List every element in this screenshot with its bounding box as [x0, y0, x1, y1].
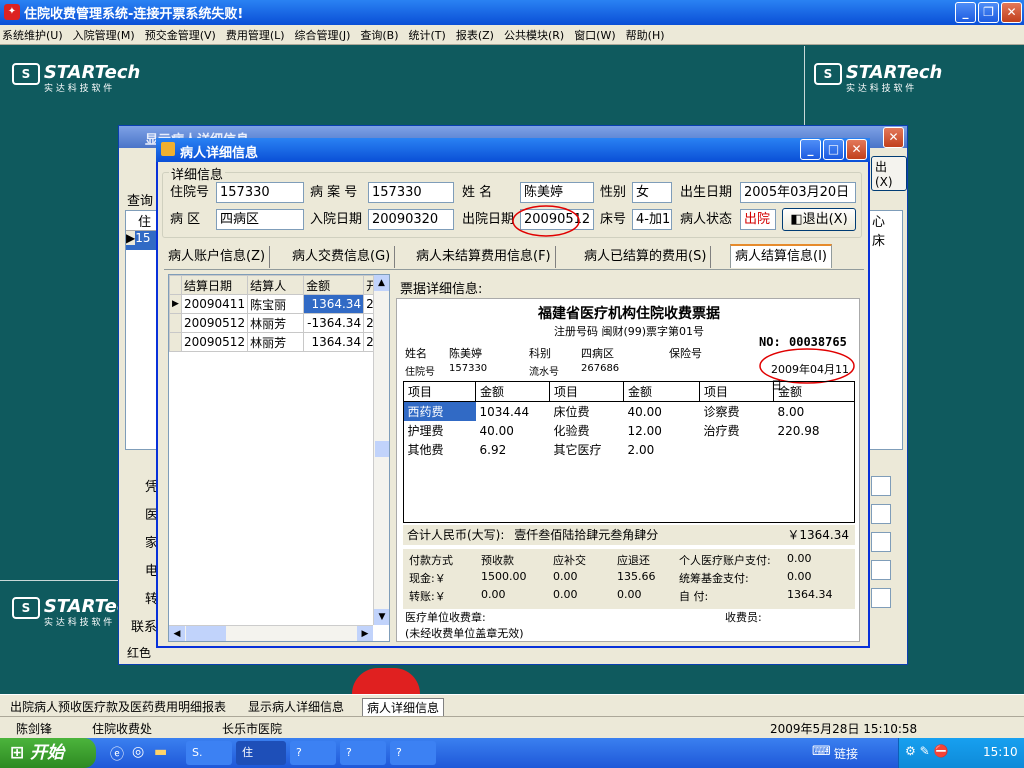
receipt-panel: 福建省医疗机构住院收费票据 注册号码 闽财(99)票字第01号 NO: 0003…	[396, 298, 860, 642]
table-row[interactable]: ▶ 20090411 陈宝丽 1364.34 20	[169, 294, 385, 314]
annotation-circle-discharge	[512, 205, 580, 237]
settle-table: 结算日期 结算人 金额 开 ▶ 20090411 陈宝丽 1364.34 20 …	[169, 275, 385, 352]
status-dept: 住院收费处	[92, 722, 153, 736]
logo-top-right: S STARTech 实 达 科 技 软 件	[814, 62, 942, 94]
settle-vscrollbar[interactable]: ▲ ▼	[373, 275, 389, 625]
menu-bar: 系统维护(U) 入院管理(M) 预交金管理(V) 费用管理(L) 综合管理(J) 查询(B…	[0, 25, 1024, 45]
task-button-1[interactable]: S.	[186, 741, 232, 765]
app-title: 住院收费管理系统-连接开票系统失败!	[24, 7, 244, 22]
menu-item-4[interactable]: 综合管理(J)	[295, 27, 351, 43]
task-button-4[interactable]: ?	[340, 741, 386, 765]
ie-icon[interactable]: ⓔ	[110, 744, 124, 764]
quicklaunch-icon[interactable]: ◎	[132, 744, 144, 760]
status-user: 陈剑锋	[16, 722, 53, 736]
status-bar: 陈剑锋 住院收费处 长乐市医院 2009年5月28日 15:10:58	[0, 716, 1024, 738]
mdi-tab-report[interactable]: 出院病人预收医疗款及医药费用明细报表	[6, 698, 230, 717]
table-row[interactable]: 20090512 林丽芳 1364.34 20	[169, 332, 385, 352]
menu-item-3[interactable]: 费用管理(L)	[226, 27, 285, 43]
task-button-2[interactable]: 住	[236, 741, 286, 765]
detail-window-titlebar: 病人详细信息 _ □ ✕	[156, 138, 870, 162]
menu-item-0[interactable]: 系统维护(U)	[2, 27, 63, 43]
receipt-total-bar: 合计人民币(大写): 壹仟叁佰陆拾肆元叁角肆分 ￥1364.34	[403, 525, 855, 545]
logo-top-left: S STARTech 实 达 科 技 软 件	[12, 62, 140, 94]
app-icon: ✦	[4, 4, 20, 20]
menu-item-10[interactable]: 帮助(H)	[626, 27, 665, 43]
menu-item-6[interactable]: 统计(T)	[409, 27, 446, 43]
admit-date-field[interactable]: 20090320	[368, 209, 454, 230]
start-button[interactable]: ⊞ 开始	[0, 738, 96, 768]
bg-right-grid: 心 床	[869, 210, 903, 450]
detail-window: 病人详细信息 _ □ ✕ 详细信息 住院号 157330 病 案 号 15733…	[156, 138, 870, 648]
table-row[interactable]: 20090512 林丽芳 -1364.34 20	[169, 313, 385, 333]
exit-icon: ◧	[790, 212, 803, 227]
restore-button[interactable]: ❐	[978, 2, 999, 23]
menu-item-1[interactable]: 入院管理(M)	[73, 27, 135, 43]
windows-logo-icon: ⊞	[10, 743, 25, 763]
system-tray: ⚙ ✎ ⛔ 15:10	[898, 738, 1024, 768]
admission-no-field[interactable]: 157330	[216, 182, 304, 203]
group-title: 详细信息	[169, 164, 226, 183]
menu-item-5[interactable]: 查询(B)	[360, 27, 398, 43]
bg-label-6: 联系	[131, 620, 158, 635]
menu-item-8[interactable]: 公共模块(R)	[504, 27, 564, 43]
keyboard-icon[interactable]: ⌨	[812, 744, 831, 759]
logo-icon: S	[12, 63, 40, 85]
tab-unsettled[interactable]: 病人未结算费用信息(F)	[412, 246, 556, 268]
bg-footer-label: 红色	[127, 646, 152, 660]
menu-item-9[interactable]: 窗口(W)	[574, 27, 615, 43]
bg-right-inputs	[871, 476, 891, 636]
menu-item-7[interactable]: 报表(Z)	[456, 27, 494, 43]
settle-hscrollbar[interactable]: ◀ ▶	[169, 625, 373, 641]
logo-icon: S	[12, 597, 40, 619]
receipt-section-label: 票据详细信息:	[400, 282, 483, 297]
menu-item-2[interactable]: 预交金管理(V)	[145, 27, 216, 43]
bg-query-label: 查询	[127, 194, 154, 209]
receipt-title: 福建省医疗机构住院收费票据	[538, 306, 720, 322]
minimize-button[interactable]: _	[955, 2, 976, 23]
tab-payments[interactable]: 病人交费信息(G)	[288, 246, 396, 268]
settle-table-wrap: 结算日期 结算人 金额 开 ▶ 20090411 陈宝丽 1364.34 20 …	[168, 274, 390, 642]
tab-settled-fees[interactable]: 病人已结算的费用(S)	[580, 246, 712, 268]
main-titlebar: ✦ 住院收费管理系统-连接开票系统失败! _ ❐ ✕	[0, 0, 1024, 25]
exit-button[interactable]: ◧退出(X)	[782, 208, 856, 231]
tab-settlement[interactable]: 病人结算信息(I)	[730, 244, 832, 268]
detail-window-title: 病人详细信息	[180, 146, 259, 161]
ward-field[interactable]: 四病区	[216, 209, 304, 230]
taskbar: ⊞ 开始 ⓔ ◎ ▬ S. 住 ? ? ? ⌨ 链接 ⚙ ✎ ⛔ 15:10	[0, 738, 1024, 768]
close-button[interactable]: ✕	[1001, 2, 1022, 23]
bg-window-close-button[interactable]: ✕	[883, 127, 904, 148]
window-icon	[161, 142, 175, 156]
bg-exit-button[interactable]: 出(X)	[871, 156, 907, 191]
birth-field[interactable]: 2005年03月20日	[740, 182, 856, 203]
folder-icon[interactable]: ▬	[154, 744, 167, 760]
detail-close-button[interactable]: ✕	[846, 139, 867, 160]
case-no-field[interactable]: 157330	[368, 182, 454, 203]
mdi-tab-bar: 出院病人预收医疗款及医药费用明细报表 显示病人详细信息 病人详细信息	[0, 694, 1024, 717]
task-button-3[interactable]: ?	[290, 741, 336, 765]
sex-field[interactable]: 女	[632, 182, 672, 203]
task-button-5[interactable]: ?	[390, 741, 436, 765]
status-field[interactable]: 出院	[740, 209, 776, 230]
tab-account[interactable]: 病人账户信息(Z)	[164, 246, 271, 268]
status-datetime: 2009年5月28日 15:10:58	[770, 722, 918, 736]
receipt-payment-area: 付款方式 预收款 应补交 应退还 个人医疗账户支付: 0.00 现金:￥ 150…	[403, 549, 855, 609]
detail-minimize-button[interactable]: _	[800, 139, 821, 160]
bed-field[interactable]: 4-加1	[632, 209, 672, 230]
red-cross-logo	[352, 668, 420, 694]
status-hospital: 长乐市医院	[222, 722, 283, 736]
tray-clock: 15:10	[983, 745, 1018, 759]
tab-strip: 病人账户信息(Z) 病人交费信息(G) 病人未结算费用信息(F) 病人已结算的费…	[164, 244, 864, 270]
mdi-tab-show-detail[interactable]: 显示病人详细信息	[244, 698, 348, 717]
logo-icon: S	[814, 63, 842, 85]
mdi-tab-detail[interactable]: 病人详细信息	[362, 698, 445, 717]
tray-icons[interactable]: ⚙ ✎ ⛔	[905, 744, 948, 758]
detail-maximize-button[interactable]: □	[823, 139, 844, 160]
links-label[interactable]: 链接	[834, 745, 858, 762]
name-field[interactable]: 陈美婷	[520, 182, 594, 203]
